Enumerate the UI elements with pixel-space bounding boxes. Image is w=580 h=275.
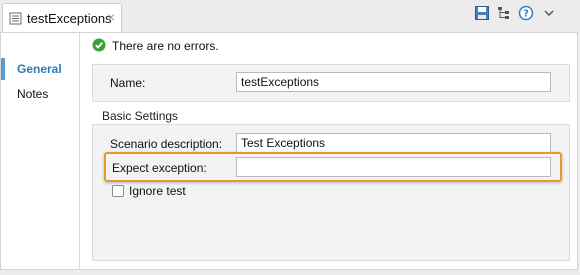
ignore-test-label: Ignore test	[129, 184, 186, 198]
basic-settings-title: Basic Settings	[102, 109, 179, 123]
name-field[interactable]: testExceptions	[236, 72, 551, 92]
chevron-down-icon[interactable]	[541, 5, 557, 21]
save-icon[interactable]	[474, 5, 490, 21]
sidebar-item-label: Notes	[17, 87, 49, 101]
side-navigation: General Notes	[1, 33, 80, 269]
sidebar-item-notes[interactable]: Notes	[1, 83, 80, 105]
scenario-description-label: Scenario description:	[110, 137, 223, 151]
close-icon[interactable]: ×	[107, 10, 115, 24]
sidebar-item-general[interactable]: General	[1, 58, 80, 80]
document-icon	[9, 12, 22, 25]
editor-tab-bar: testExceptions × ?	[0, 0, 580, 33]
tab-test-exceptions[interactable]: testExceptions ×	[2, 3, 122, 33]
status-text: There are no errors.	[112, 39, 219, 53]
help-icon[interactable]: ?	[518, 5, 534, 21]
tree-icon[interactable]	[496, 5, 512, 21]
scenario-description-field[interactable]: Test Exceptions	[236, 133, 551, 153]
tab-title: testExceptions	[27, 11, 112, 26]
svg-text:?: ?	[523, 9, 529, 20]
expect-exception-field[interactable]	[236, 157, 551, 177]
check-circle-icon	[92, 38, 106, 52]
expect-exception-label: Expect exception:	[112, 161, 207, 175]
selected-indicator	[1, 58, 5, 80]
name-label: Name:	[110, 76, 146, 90]
sidebar-item-label: General	[17, 62, 62, 76]
ignore-test-checkbox[interactable]	[112, 185, 124, 197]
